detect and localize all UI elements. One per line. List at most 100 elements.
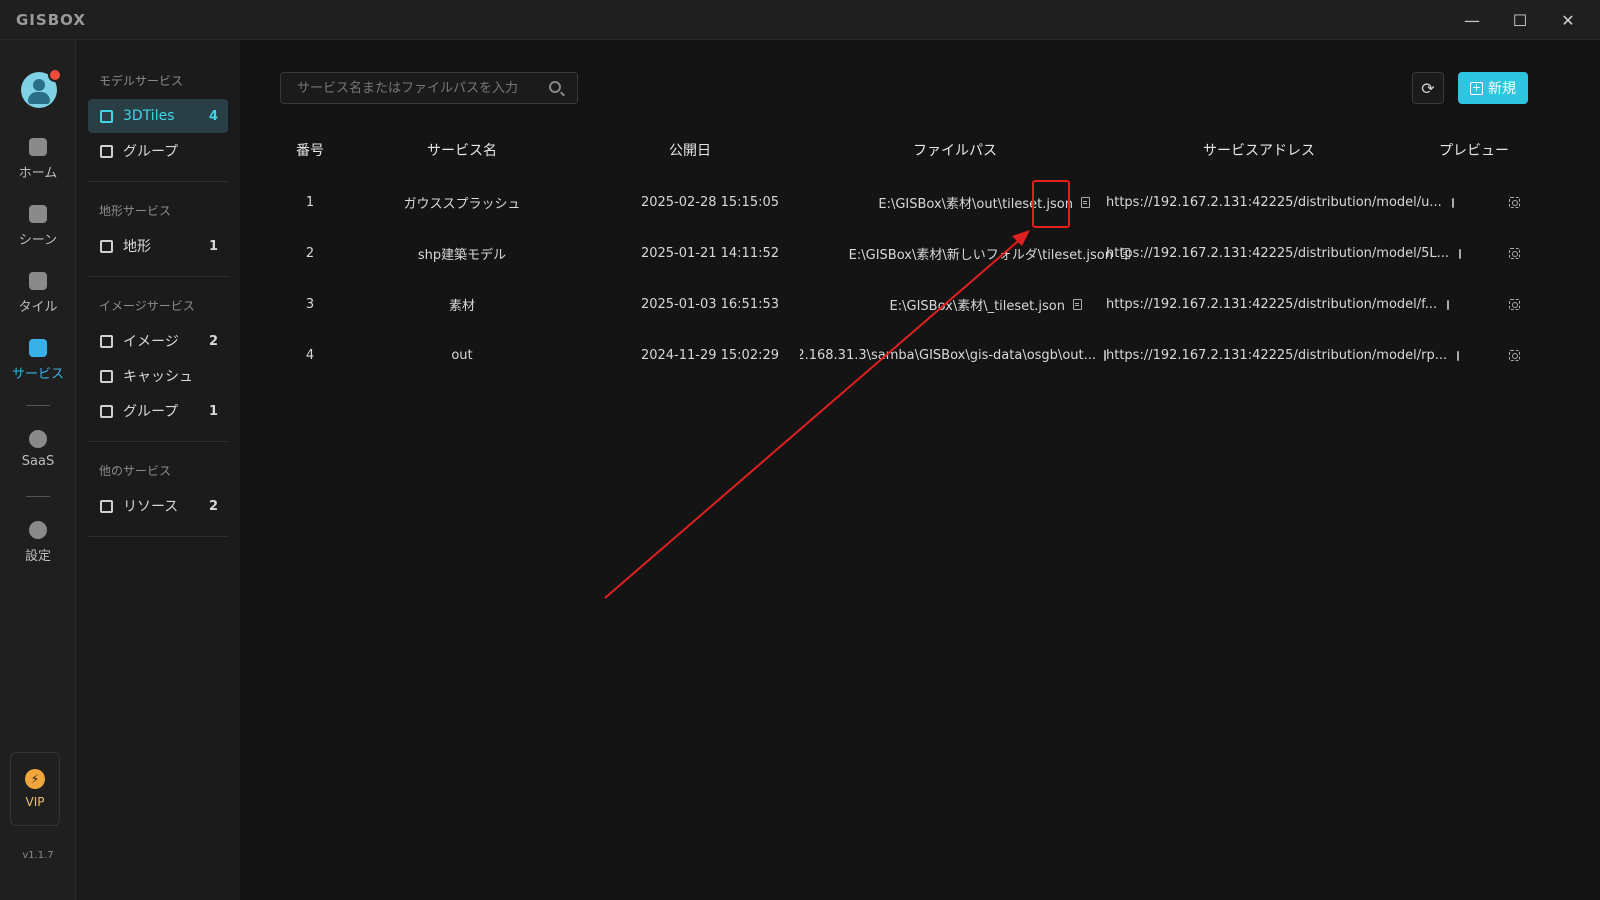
- annotation-highlight-box: [1032, 180, 1070, 228]
- close-button[interactable]: ✕: [1544, 0, 1592, 40]
- section-title-model: モデルサービス: [99, 74, 184, 88]
- cell-file-path: \\192.168.31.3\samba\GISBox\gis-data\osg…: [800, 330, 1106, 381]
- maximize-button[interactable]: ☐: [1496, 0, 1544, 40]
- cell-publish-date: 2025-02-28 15:15:05: [640, 195, 780, 210]
- service-address-text: https://192.167.2.131:42225/distribution…: [1106, 246, 1450, 261]
- copy-icon[interactable]: [1451, 197, 1454, 208]
- header-service-address: サービスアドレス: [1203, 143, 1315, 159]
- title-bar: GISBOX — ☐ ✕: [0, 0, 1600, 40]
- preview-icon[interactable]: [1508, 197, 1520, 208]
- main-content: ⟳ + 新規 番号 サービス名 公開日 ファイルパス サービスアドレス プレビュ…: [240, 40, 1600, 900]
- menu-item-image-group[interactable]: グループ 1: [88, 394, 228, 428]
- menu-item-label: グループ: [123, 144, 179, 160]
- file-path-text: E:\GISBox\素材\新しいフォルダ\tileset.json: [848, 248, 1113, 263]
- header-service-name: サービス名: [427, 143, 497, 159]
- preview-icon[interactable]: [1508, 248, 1520, 259]
- rail-divider: [26, 496, 50, 497]
- terrain-icon: [100, 239, 113, 253]
- menu-item-label: 地形: [123, 239, 151, 255]
- settings-icon: [29, 521, 47, 539]
- open-file-icon[interactable]: [1081, 197, 1090, 208]
- preview-icon[interactable]: [1508, 299, 1520, 310]
- table-row: 2 shp建築モデル 2025-01-21 14:11:52 E:\GISBox…: [280, 228, 1570, 279]
- rail-item-saas[interactable]: SaaS: [0, 430, 76, 488]
- header-publish-date: 公開日: [669, 143, 711, 159]
- rail-item-service[interactable]: サービス: [0, 339, 76, 397]
- cell-publish-date: 2024-11-29 15:02:29: [640, 348, 780, 363]
- menu-item-count: 4: [208, 108, 218, 124]
- cell-file-path: E:\GISBox\素材\_tileset.json: [840, 279, 1082, 330]
- rail-label: サービス: [11, 367, 64, 382]
- menu-item-label: イメージ: [123, 334, 179, 350]
- menu-item-count: 2: [208, 333, 218, 349]
- nav-rail: ホーム シーン タイル サービス SaaS 設定 ⚡ VIP v1.1.7: [0, 40, 76, 900]
- search-input[interactable]: [281, 73, 541, 103]
- cell-preview: [1474, 228, 1554, 279]
- cell-service-name: 素材: [448, 299, 475, 314]
- rail-label: タイル: [18, 300, 58, 315]
- cell-file-path: E:\GISBox\素材\新しいフォルダ\tileset.json: [780, 228, 1130, 279]
- rail-item-home[interactable]: ホーム: [0, 138, 76, 196]
- menu-item-label: キャッシュ: [123, 369, 193, 385]
- image-icon: [100, 334, 113, 348]
- header-number: 番号: [296, 143, 324, 159]
- refresh-button[interactable]: ⟳: [1412, 72, 1444, 104]
- section-title-image: イメージサービス: [99, 299, 195, 313]
- group-icon: [100, 404, 113, 418]
- copy-icon[interactable]: [1459, 248, 1462, 259]
- cell-service-address: https://192.167.2.131:42225/distribution…: [1106, 279, 1450, 330]
- home-icon: [29, 138, 47, 156]
- cache-icon: [100, 369, 113, 383]
- cell-service-name: ガウススプラッシュ: [403, 197, 521, 212]
- rail-item-scene[interactable]: シーン: [0, 205, 76, 263]
- copy-icon[interactable]: [1447, 299, 1450, 310]
- rail-item-settings[interactable]: 設定: [0, 521, 76, 579]
- menu-item-terrain[interactable]: 地形 1: [88, 229, 228, 263]
- menu-item-count: 1: [208, 238, 218, 254]
- service-icon: [29, 339, 47, 357]
- header-preview: プレビュー: [1439, 143, 1509, 159]
- rail-divider: [26, 405, 50, 406]
- preview-icon[interactable]: [1508, 350, 1520, 361]
- cell-number: 3: [305, 297, 315, 312]
- menu-item-image[interactable]: イメージ 2: [88, 324, 228, 358]
- search-icon[interactable]: [549, 81, 561, 93]
- group-icon: [100, 144, 113, 158]
- plus-icon: +: [1470, 80, 1483, 95]
- version-text: v1.1.7: [22, 850, 54, 861]
- tiles-icon: [100, 109, 113, 123]
- table-row: 3 素材 2025-01-03 16:51:53 E:\GISBox\素材\_t…: [280, 279, 1570, 330]
- menu-item-label: 3DTiles: [123, 108, 175, 124]
- table-row: 1 ガウススプラッシュ 2025-02-28 15:15:05 E:\GISBo…: [280, 177, 1570, 228]
- menu-divider: [88, 181, 228, 182]
- new-button-label: 新規: [1488, 81, 1516, 97]
- cell-preview: [1474, 177, 1554, 228]
- vip-label: VIP: [25, 795, 45, 809]
- table-row: 4 out 2024-11-29 15:02:29 \\192.168.31.3…: [280, 330, 1570, 381]
- cell-number: 1: [305, 195, 315, 210]
- cell-preview: [1474, 330, 1554, 381]
- menu-item-3dtiles[interactable]: 3DTiles 4: [88, 99, 228, 133]
- avatar[interactable]: [21, 68, 62, 108]
- menu-item-label: グループ: [123, 404, 179, 420]
- cell-publish-date: 2025-01-21 14:11:52: [640, 246, 780, 261]
- lightning-icon: ⚡: [25, 769, 45, 789]
- service-address-text: https://192.167.2.131:42225/distribution…: [1106, 348, 1448, 363]
- resource-icon: [100, 499, 113, 513]
- minimize-button[interactable]: —: [1448, 0, 1496, 40]
- menu-item-model-group[interactable]: グループ: [88, 134, 228, 168]
- lock-icon: [29, 430, 47, 448]
- menu-item-resource[interactable]: リソース 2: [88, 489, 228, 523]
- file-path-text: \\192.168.31.3\samba\GISBox\gis-data\osg…: [800, 348, 1096, 363]
- new-button[interactable]: + 新規: [1458, 72, 1528, 104]
- rail-item-tile[interactable]: タイル: [0, 272, 76, 330]
- copy-icon[interactable]: [1457, 350, 1460, 361]
- file-path-text: E:\GISBox\素材\_tileset.json: [889, 299, 1065, 314]
- open-file-icon[interactable]: [1073, 299, 1082, 310]
- rail-label: シーン: [18, 233, 58, 248]
- vip-button[interactable]: ⚡ VIP: [10, 752, 60, 826]
- menu-divider: [88, 276, 228, 277]
- cell-service-name: shp建築モデル: [417, 248, 507, 263]
- cell-service-address: https://192.167.2.131:42225/distribution…: [1106, 330, 1460, 381]
- menu-item-cache[interactable]: キャッシュ: [88, 359, 228, 393]
